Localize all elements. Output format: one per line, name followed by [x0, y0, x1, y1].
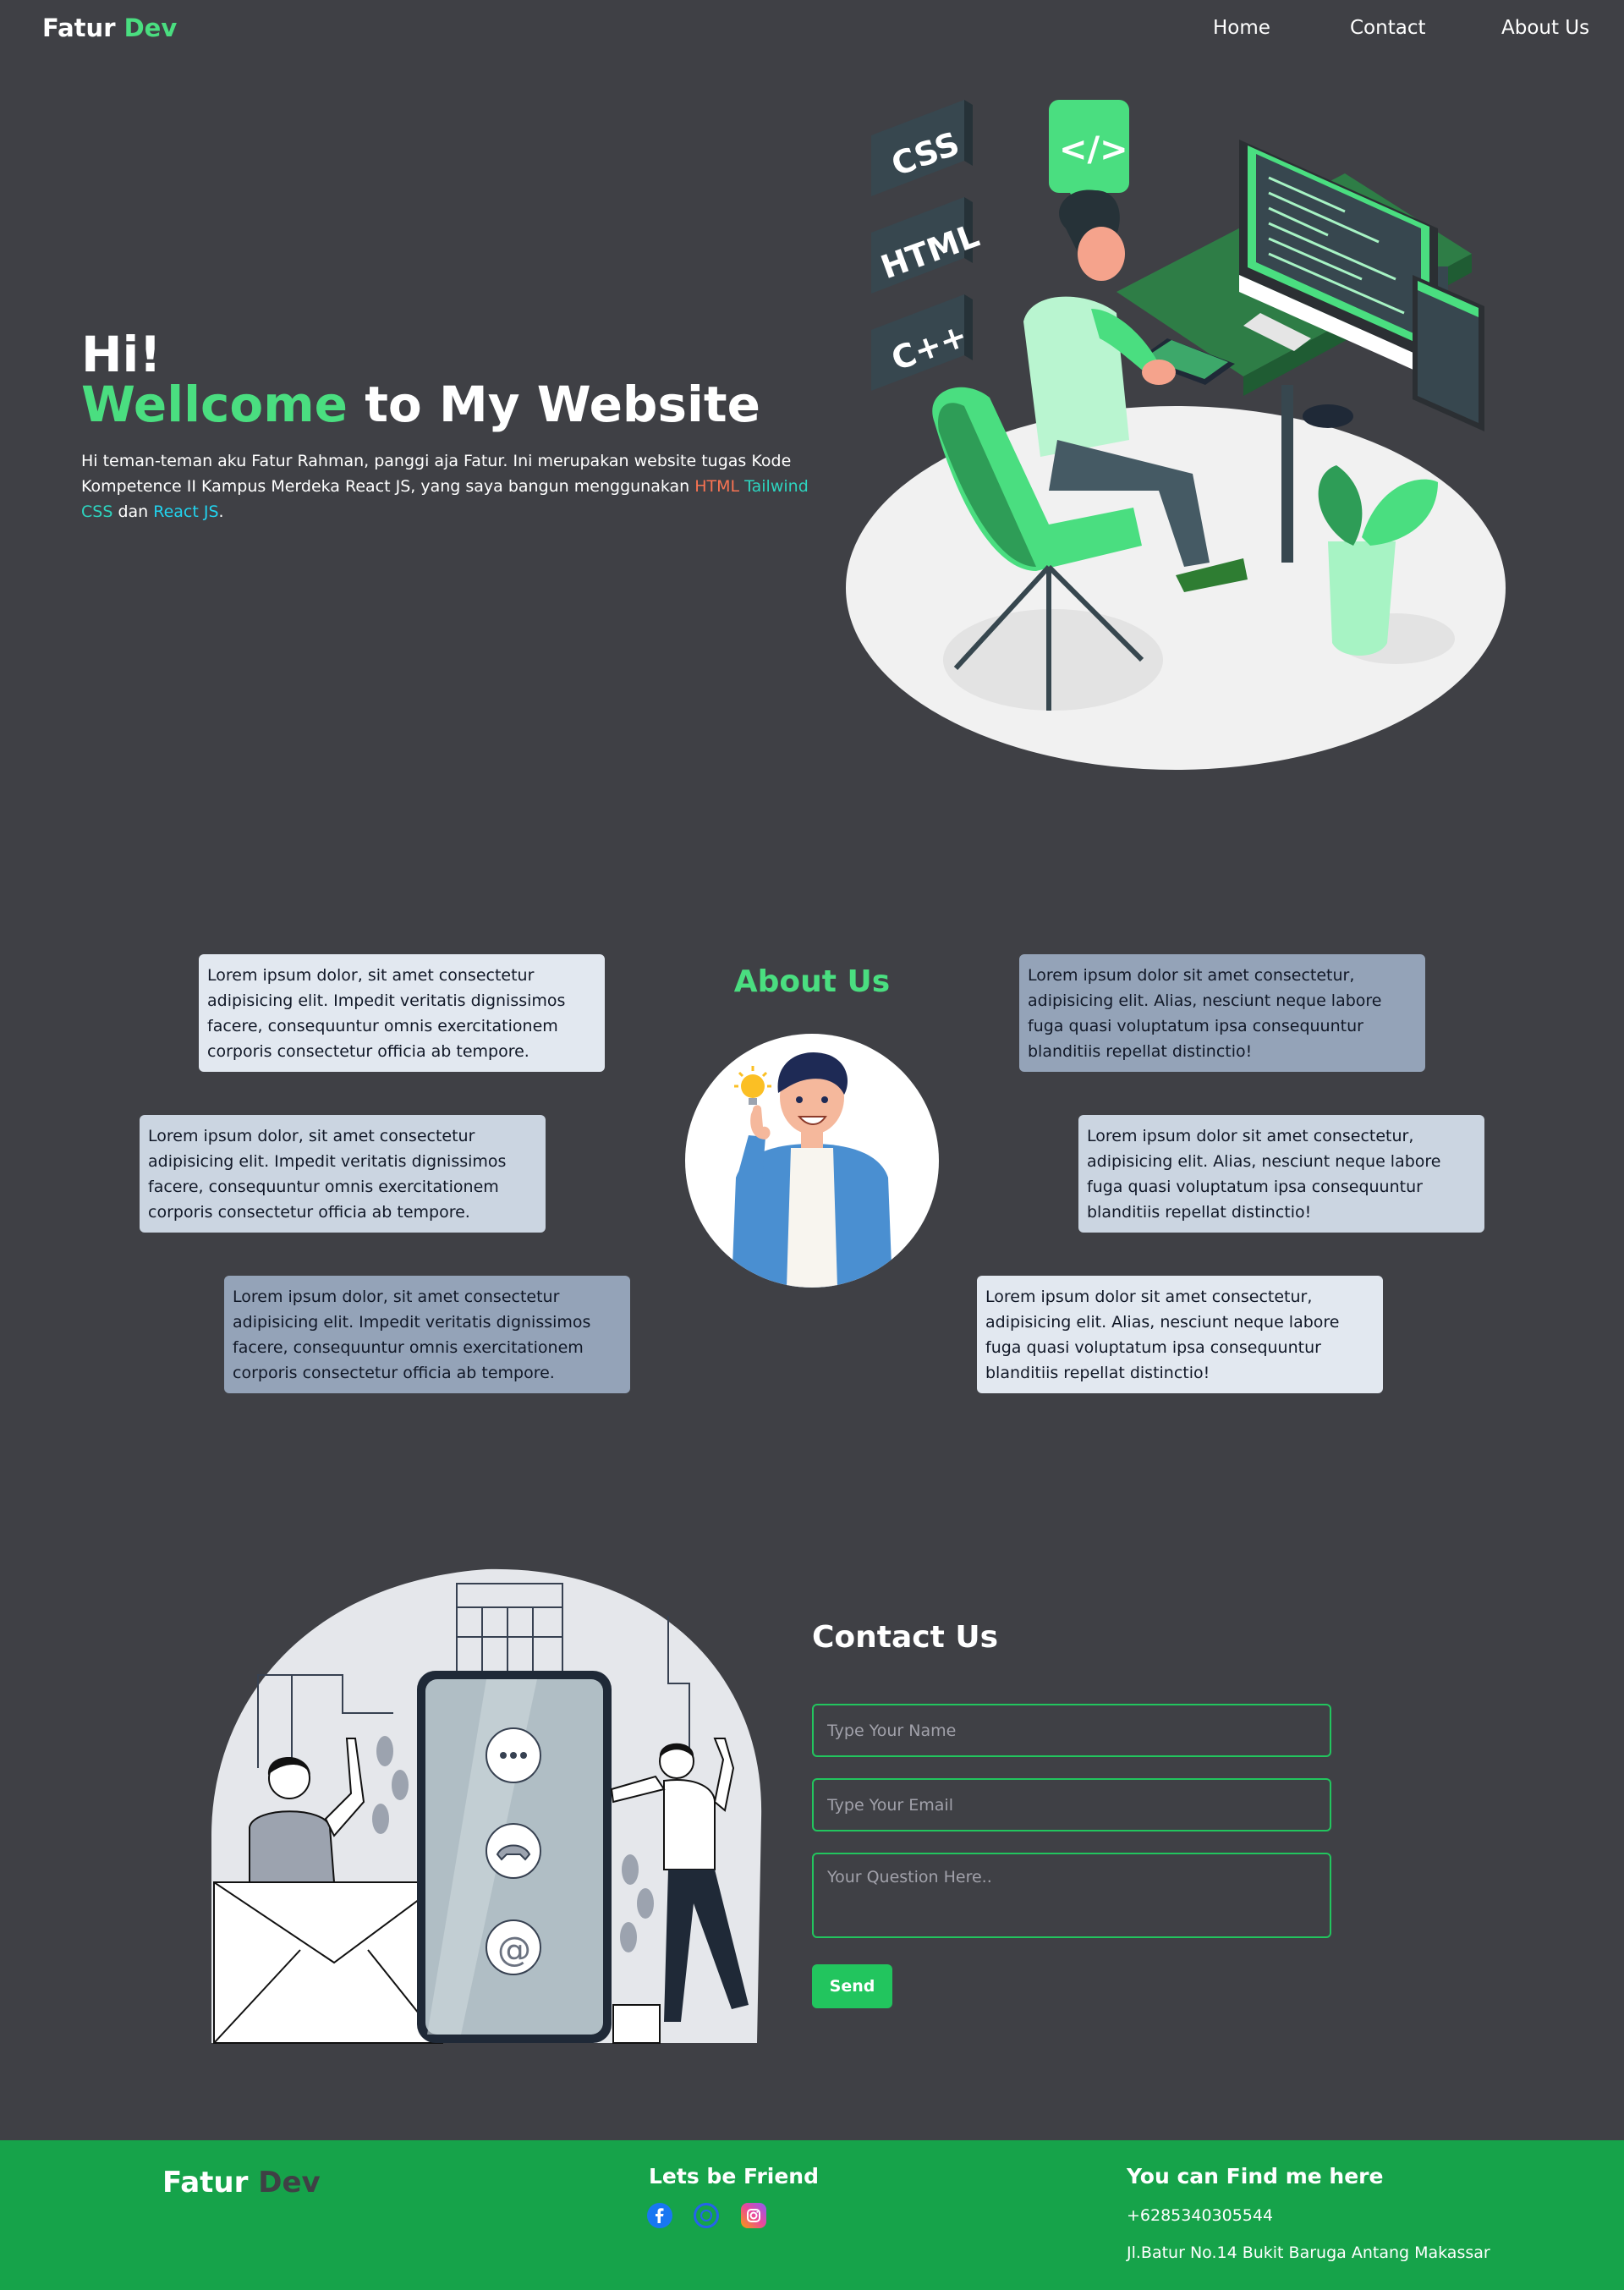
github-icon[interactable]: [694, 2203, 719, 2228]
about-card: Lorem ipsum dolor, sit amet consectetur …: [199, 954, 605, 1072]
facebook-icon[interactable]: [647, 2203, 672, 2228]
nav-contact-link[interactable]: Contact: [1350, 17, 1425, 39]
footer-brand-accent: Dev: [258, 2166, 321, 2199]
footer-brand: Fatur Dev: [162, 2166, 321, 2199]
about-title: About Us: [733, 964, 891, 999]
hero-title-rest: to My Website: [348, 376, 760, 433]
at-sign-icon: @: [486, 1919, 541, 1975]
question-textarea[interactable]: [812, 1853, 1331, 1938]
html-label: HTML: [694, 477, 740, 496]
footer-brand-main: Fatur: [162, 2166, 249, 2199]
friend-heading: Lets be Friend: [649, 2164, 820, 2188]
hero-desc-end: .: [218, 502, 224, 521]
footer-phone: +6285340305544: [1127, 2206, 1274, 2225]
about-card: Lorem ipsum dolor sit amet consectetur, …: [977, 1276, 1383, 1393]
contact-illustration: @: [211, 1568, 762, 2044]
svg-text:</>: </>: [1059, 130, 1128, 169]
phone-icon: [486, 1823, 541, 1879]
hero-desc-text: Hi teman-teman aku Fatur Rahman, panggi …: [81, 452, 792, 496]
hero-desc-and: dan: [118, 502, 149, 521]
about-card: Lorem ipsum dolor, sit amet consectetur …: [140, 1115, 546, 1233]
hero-description: Hi teman-teman aku Fatur Rahman, panggi …: [81, 448, 809, 524]
nav-brand[interactable]: Fatur Dev: [42, 14, 177, 42]
svg-text:@: @: [497, 1930, 531, 1969]
react-label: React JS: [153, 502, 219, 521]
css-tile: CSS: [871, 100, 973, 196]
find-heading: You can Find me here: [1127, 2164, 1384, 2188]
cpp-tile: C++: [871, 294, 973, 391]
chat-bubble-icon: [486, 1727, 541, 1783]
name-input[interactable]: [812, 1704, 1331, 1757]
nav-about-link[interactable]: About Us: [1501, 17, 1589, 39]
instagram-icon[interactable]: [741, 2203, 766, 2228]
brand-accent: Dev: [123, 14, 178, 42]
lightbulb-icon: [734, 1066, 771, 1105]
html-tile: HTML: [871, 197, 984, 294]
nav-home-link[interactable]: Home: [1213, 17, 1270, 39]
about-card: Lorem ipsum dolor sit amet consectetur, …: [1019, 954, 1425, 1072]
contact-title: Contact Us: [812, 1620, 999, 1655]
hero-title: Wellcome to My Website: [81, 375, 760, 434]
footer-address: Jl.Batur No.14 Bukit Baruga Antang Makas…: [1127, 2243, 1490, 2262]
send-button[interactable]: Send: [812, 1964, 892, 2008]
brand-main: Fatur: [42, 14, 116, 42]
hero-title-accent: Wellcome: [81, 376, 348, 433]
about-avatar: [685, 1034, 939, 1288]
about-card: Lorem ipsum dolor, sit amet consectetur …: [224, 1276, 630, 1393]
footer: [0, 2140, 1624, 2290]
about-card: Lorem ipsum dolor sit amet consectetur, …: [1078, 1115, 1484, 1233]
developer-illustration: CSS HTML C++ </>: [846, 100, 1506, 770]
email-input[interactable]: [812, 1778, 1331, 1831]
